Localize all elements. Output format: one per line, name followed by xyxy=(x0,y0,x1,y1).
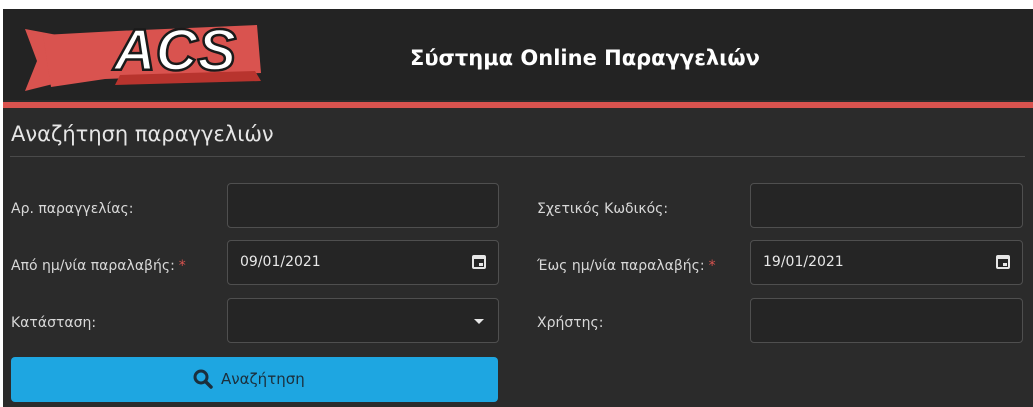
to-date-input[interactable]: 19/01/2021 xyxy=(750,240,1023,285)
search-button-label: Αναζήτηση xyxy=(221,370,305,388)
status-select[interactable] xyxy=(227,298,499,343)
status-label: Κατάσταση: xyxy=(11,315,96,331)
title-divider xyxy=(10,156,1025,157)
to-date-label-text: Έως ημ/νία παραλαβής: xyxy=(537,258,705,274)
from-date-label: Από ημ/νία παραλαβής: * xyxy=(11,258,186,274)
main-frame: ACS Σύστημα Online Παραγγελιών Αναζήτηση… xyxy=(3,9,1033,407)
search-button-content: Αναζήτηση xyxy=(193,368,305,390)
required-marker: * xyxy=(708,258,716,274)
from-date-label-text: Από ημ/νία παραλαβής: xyxy=(11,258,175,274)
order-number-label: Αρ. παραγγελίας: xyxy=(11,201,133,217)
accent-bar xyxy=(3,102,1033,108)
from-date-value: 09/01/2021 xyxy=(240,254,321,270)
acs-logo: ACS xyxy=(25,21,261,91)
from-date-input[interactable]: 09/01/2021 xyxy=(227,240,499,285)
order-number-label-text: Αρ. παραγγελίας: xyxy=(11,201,134,217)
required-marker: * xyxy=(178,258,186,274)
page-title: Αναζήτηση παραγγελιών xyxy=(11,122,274,146)
user-label: Χρήστης: xyxy=(537,315,603,331)
search-button[interactable]: Αναζήτηση xyxy=(11,357,498,402)
to-date-label: Έως ημ/νία παραλαβής: * xyxy=(537,258,716,274)
user-input[interactable] xyxy=(750,298,1023,343)
search-icon xyxy=(193,369,213,389)
app-window: ACS Σύστημα Online Παραγγελιών Αναζήτηση… xyxy=(0,0,1033,407)
to-date-value: 19/01/2021 xyxy=(763,254,844,270)
status-label-text: Κατάσταση: xyxy=(11,315,97,331)
app-title: Σύστημα Online Παραγγελιών xyxy=(410,46,760,70)
header: ACS Σύστημα Online Παραγγελιών xyxy=(3,9,1033,100)
order-number-input[interactable] xyxy=(227,183,499,228)
chevron-down-icon xyxy=(474,319,484,324)
user-label-text: Χρήστης: xyxy=(537,315,604,331)
calendar-icon[interactable] xyxy=(996,255,1010,269)
logo-text: ACS xyxy=(112,21,237,83)
related-code-input[interactable] xyxy=(750,183,1023,228)
related-code-label-text: Σχετικός Κωδικός: xyxy=(537,201,669,217)
related-code-label: Σχετικός Κωδικός: xyxy=(537,201,668,217)
calendar-icon[interactable] xyxy=(472,255,486,269)
